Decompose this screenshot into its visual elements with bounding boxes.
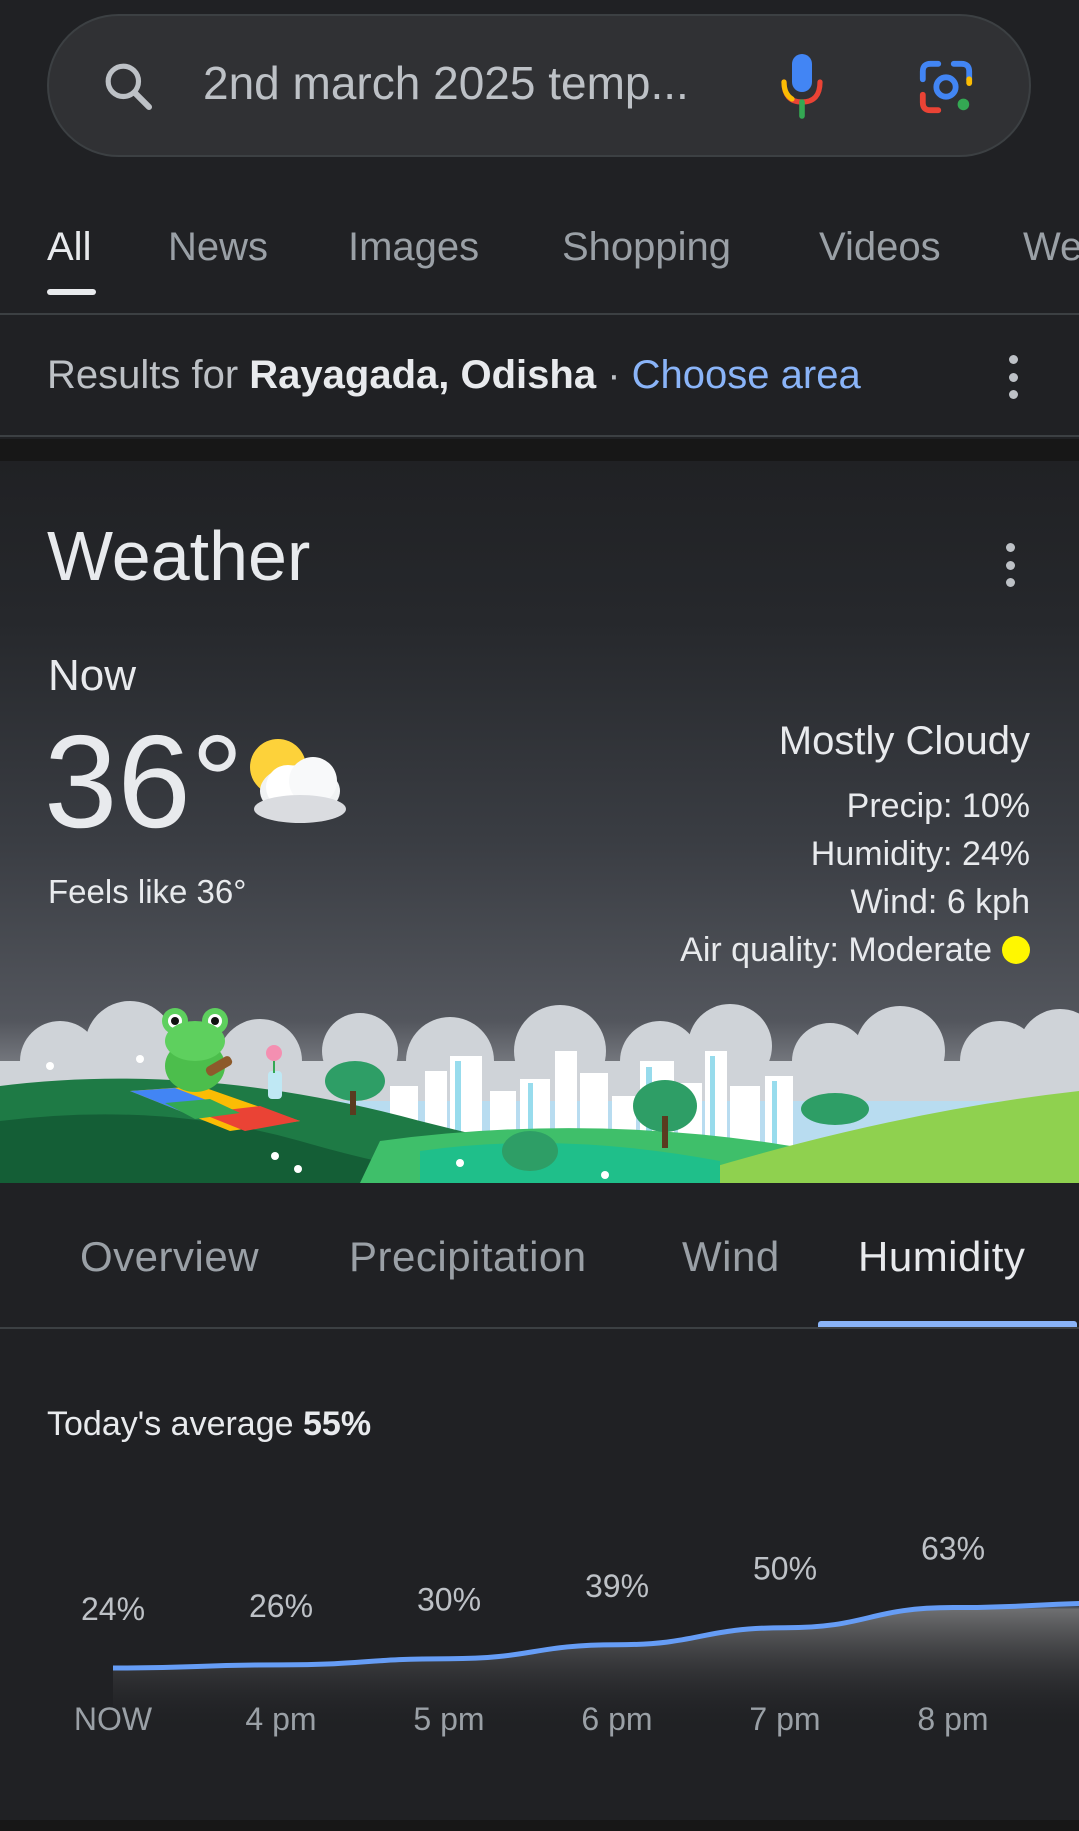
humidity-label: Humidity:: [810, 835, 953, 873]
location-prefix: Results for: [47, 353, 239, 397]
precip-value: 10%: [961, 787, 1030, 825]
mic-icon[interactable]: [780, 52, 824, 120]
data-label: 50%: [753, 1551, 817, 1587]
active-weather-tab-indicator: [818, 1321, 1077, 1327]
humidity-row: Humidity: 24%: [680, 830, 1030, 878]
air-quality-dot: [1002, 936, 1030, 964]
section-divider: [0, 439, 1079, 461]
humidity-chart: 24% 26% 30% 39% 50% 63% NOW 4 pm 5 pm 6 pm 7 pm 8 …: [74, 1531, 1079, 1737]
weather-card: Weather Now 36° Feels like 36° Mostly Cl…: [0, 461, 1079, 1183]
humidity-average: Today's average 55%: [47, 1405, 371, 1444]
location-place: Rayagada, Odisha: [249, 353, 597, 397]
wind-value: 6 kph: [946, 883, 1030, 921]
air-quality-label: Air quality:: [680, 931, 839, 969]
weather-title: Weather: [47, 517, 311, 595]
air-quality-value: Moderate: [848, 931, 992, 969]
tab-web[interactable]: We: [1023, 225, 1079, 270]
search-tabs: All News Images Shopping Videos We: [0, 195, 1079, 315]
x-tick-label: 5 pm: [413, 1701, 484, 1737]
x-tick-label: 7 pm: [749, 1701, 820, 1737]
tab-all[interactable]: All: [47, 225, 91, 270]
tab-videos[interactable]: Videos: [819, 225, 941, 270]
mostly-cloudy-icon: [250, 739, 346, 823]
feels-like: Feels like 36°: [48, 873, 247, 910]
weather-tabs: Overview Precipitation Wind Humidity: [0, 1183, 1079, 1329]
air-quality-row: Air quality: Moderate: [680, 926, 1030, 974]
precip-label: Precip:: [846, 787, 953, 825]
data-label: 39%: [585, 1568, 649, 1604]
precip-row: Precip: 10%: [680, 782, 1030, 830]
tab-shopping[interactable]: Shopping: [562, 225, 731, 270]
data-label: 26%: [249, 1588, 313, 1624]
weather-details: Mostly Cloudy Precip: 10% Humidity: 24% …: [680, 719, 1030, 974]
more-vert-icon[interactable]: [1007, 355, 1019, 399]
now-label: Now: [48, 651, 137, 700]
humidity-value: 24%: [961, 835, 1030, 873]
wind-label: Wind:: [850, 883, 938, 921]
tab-wind[interactable]: Wind: [682, 1233, 780, 1281]
more-vert-icon[interactable]: [1004, 543, 1016, 587]
tab-precipitation[interactable]: Precipitation: [349, 1233, 587, 1281]
tab-images[interactable]: Images: [348, 225, 479, 270]
x-tick-label: 6 pm: [581, 1701, 652, 1737]
x-tick-label: 4 pm: [245, 1701, 316, 1737]
x-tick-label: NOW: [74, 1701, 153, 1737]
average-value: 55%: [303, 1405, 372, 1443]
location-separator: ·: [607, 353, 621, 397]
tab-news[interactable]: News: [168, 225, 268, 270]
current-temperature: 36°: [44, 708, 244, 855]
condition-label: Mostly Cloudy: [778, 719, 1030, 763]
weather-illustration: [0, 1001, 1079, 1183]
x-tick-label: 8 pm: [917, 1701, 988, 1737]
data-label: 24%: [81, 1591, 145, 1627]
choose-area-link[interactable]: Choose area: [632, 353, 861, 397]
search-header: 2nd march 2025 temp...: [0, 0, 1079, 180]
location-text: Results for Rayagada, Odisha · Choose ar…: [47, 353, 861, 398]
tab-overview[interactable]: Overview: [80, 1233, 259, 1281]
search-input[interactable]: 2nd march 2025 temp...: [203, 56, 689, 110]
location-row: Results for Rayagada, Odisha · Choose ar…: [0, 317, 1079, 437]
section-divider: [0, 1820, 1079, 1831]
average-label: Today's average: [47, 1405, 294, 1443]
data-label: 30%: [417, 1582, 481, 1618]
data-label: 63%: [921, 1531, 985, 1567]
search-icon[interactable]: [100, 58, 156, 114]
google-lens-icon[interactable]: [917, 58, 975, 116]
wind-row: Wind: 6 kph: [680, 878, 1030, 926]
tab-humidity[interactable]: Humidity: [858, 1233, 1025, 1281]
active-tab-indicator: [47, 289, 96, 295]
